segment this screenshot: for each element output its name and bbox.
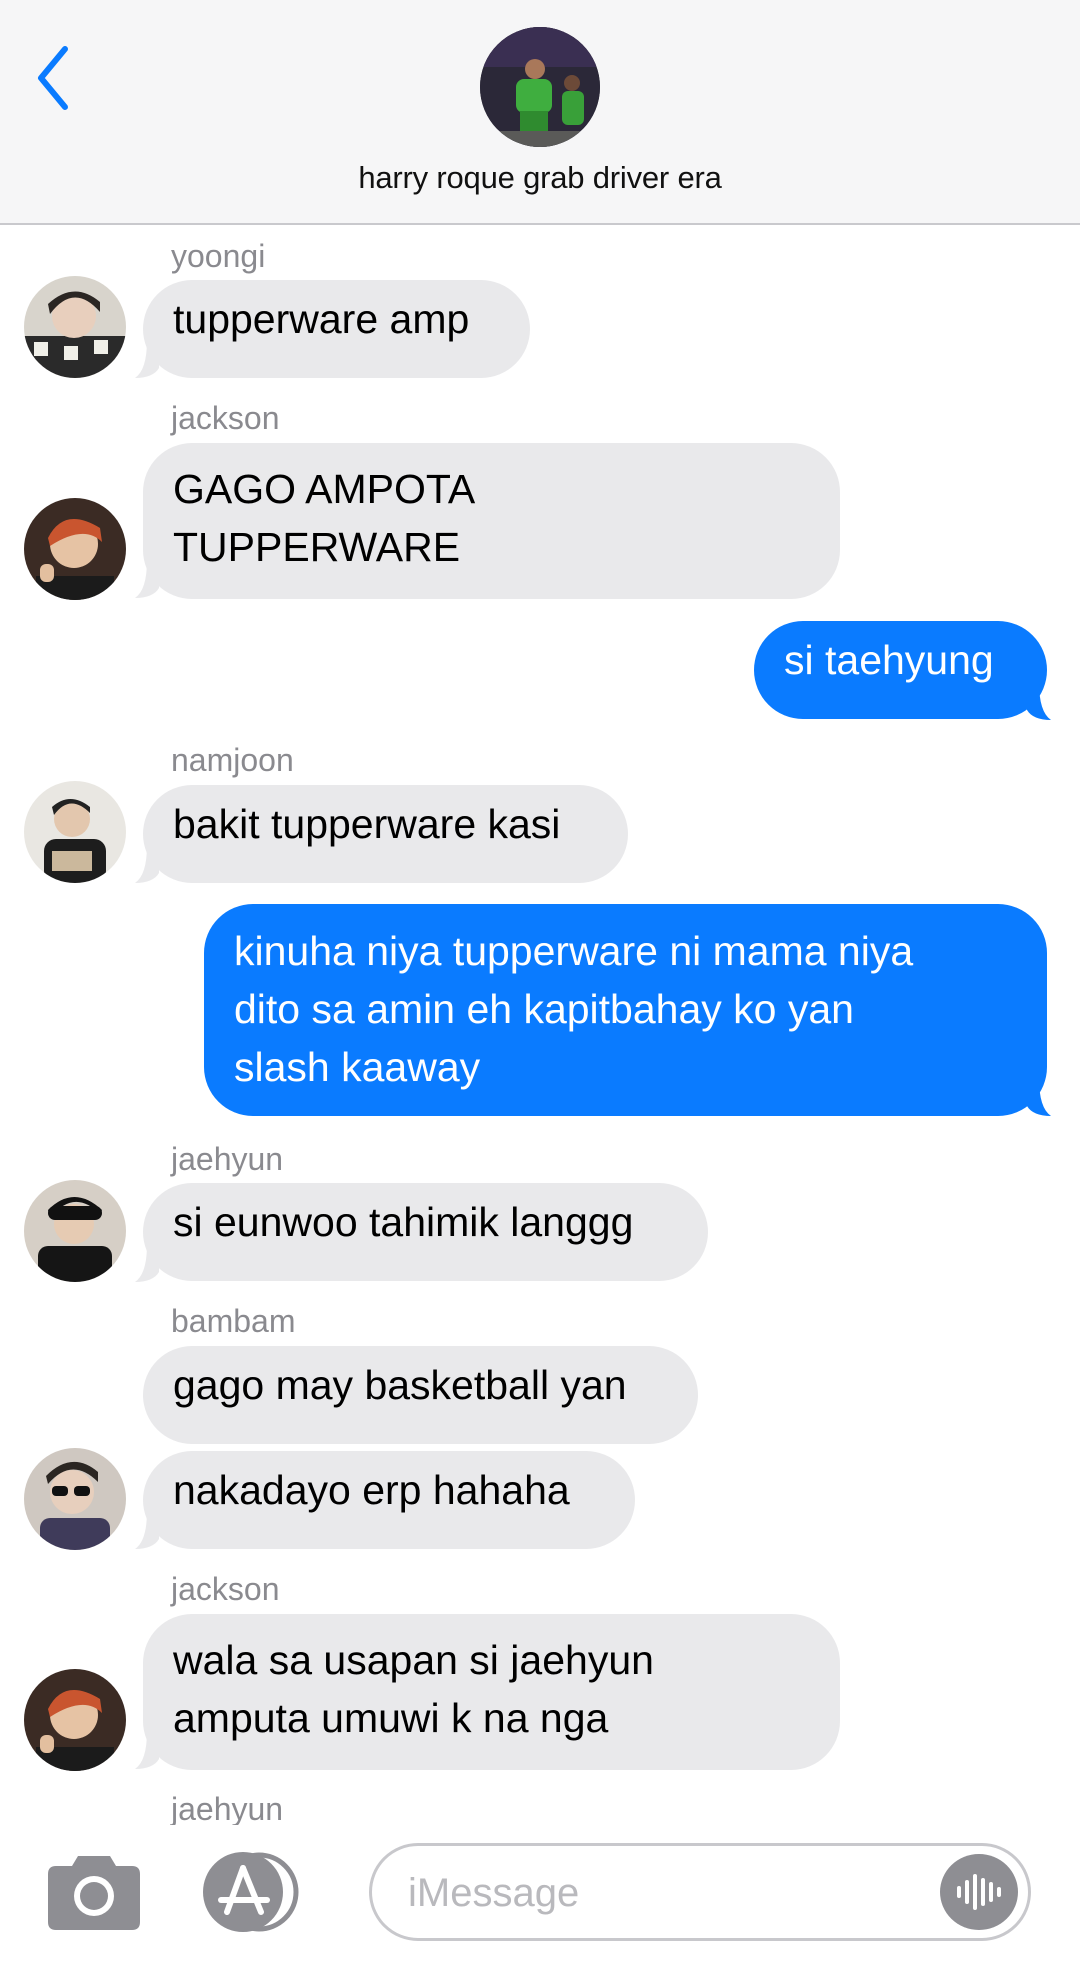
bubble-tail	[1027, 682, 1051, 720]
bubble-tail	[135, 1511, 159, 1549]
sent-message-bubble[interactable]: kinuha niya tupperware ni mama niya dito…	[204, 904, 1047, 1116]
avatar-yoongi[interactable]	[24, 276, 126, 378]
app-store-icon	[203, 1852, 299, 1932]
message-text-line: amputa umuwi k na nga	[173, 1695, 609, 1741]
sent-message-bubble[interactable]: si taehyung	[754, 621, 1047, 719]
message-text-line: slash kaaway	[234, 1044, 481, 1090]
message-text-line: TUPPERWARE	[173, 524, 461, 570]
camera-button[interactable]	[48, 1852, 140, 1930]
audio-message-button[interactable]	[940, 1854, 1018, 1930]
sender-name: jaehyun	[171, 1791, 284, 1827]
bubble-tail	[135, 1244, 159, 1282]
group-avatar[interactable]	[480, 27, 600, 147]
avatar-photo	[24, 781, 126, 883]
avatar-photo	[24, 1669, 126, 1771]
message-text-line: wala sa usapan si jaehyun	[173, 1637, 654, 1683]
sender-name: bambam	[171, 1303, 296, 1339]
message-text-line: GAGO AMPOTA	[173, 466, 476, 512]
avatar-photo	[24, 1448, 126, 1550]
conversation-title[interactable]: harry roque grab driver era	[0, 160, 1080, 196]
message-bubble[interactable]: bakit tupperware kasi	[143, 785, 628, 883]
sender-name: namjoon	[171, 742, 294, 778]
bubble-tail	[1027, 1078, 1051, 1116]
avatar-namjoon[interactable]	[24, 781, 126, 883]
sender-name: yoongi	[171, 238, 266, 274]
message-bubble[interactable]: si eunwoo tahimik langgg	[143, 1183, 708, 1281]
message-text: tupperware amp	[173, 296, 470, 342]
sender-name: jackson	[171, 400, 280, 436]
message-bubble[interactable]: GAGO AMPOTA TUPPERWARE	[143, 443, 840, 599]
avatar-photo	[24, 1180, 126, 1282]
message-bubble[interactable]: tupperware amp	[143, 280, 530, 378]
camera-icon	[48, 1856, 140, 1930]
chevron-left-icon	[38, 46, 68, 110]
avatar-bambam[interactable]	[24, 1448, 126, 1550]
message-text: nakadayo erp hahaha	[173, 1467, 570, 1513]
message-text: gago may basketball yan	[173, 1362, 627, 1408]
imessage-conversation: harry roque grab driver era yoongi tuppe…	[0, 0, 1080, 1973]
message-text-line: kinuha niya tupperware ni mama niya	[234, 928, 914, 974]
bubble-tail	[135, 340, 159, 378]
message-bubble[interactable]: wala sa usapan si jaehyun amputa umuwi k…	[143, 1614, 840, 1770]
app-store-button[interactable]	[203, 1852, 309, 1932]
bubble-tail	[135, 845, 159, 883]
avatar-photo	[24, 276, 126, 378]
avatar-jackson[interactable]	[24, 1669, 126, 1771]
message-text: si eunwoo tahimik langgg	[173, 1199, 634, 1245]
sender-name: jaehyun	[171, 1141, 284, 1177]
avatar-photo	[24, 498, 126, 600]
group-photo	[480, 27, 600, 147]
message-bubble[interactable]: gago may basketball yan	[143, 1346, 698, 1444]
back-button[interactable]	[18, 38, 88, 118]
message-text: si taehyung	[784, 637, 994, 683]
message-text-line: dito sa amin eh kapitbahay ko yan	[234, 986, 854, 1032]
bubble-tail	[135, 560, 159, 598]
conversation-header: harry roque grab driver era	[0, 0, 1080, 225]
message-text: bakit tupperware kasi	[173, 801, 561, 847]
avatar-jaehyun[interactable]	[24, 1180, 126, 1282]
audio-waveform-icon	[957, 1874, 1001, 1910]
imessage-input-container	[369, 1843, 1031, 1941]
avatar-jackson[interactable]	[24, 498, 126, 600]
imessage-input[interactable]	[406, 1846, 950, 1940]
sender-name: jackson	[171, 1571, 280, 1607]
message-bubble[interactable]: nakadayo erp hahaha	[143, 1451, 635, 1549]
bubble-tail	[135, 1731, 159, 1769]
